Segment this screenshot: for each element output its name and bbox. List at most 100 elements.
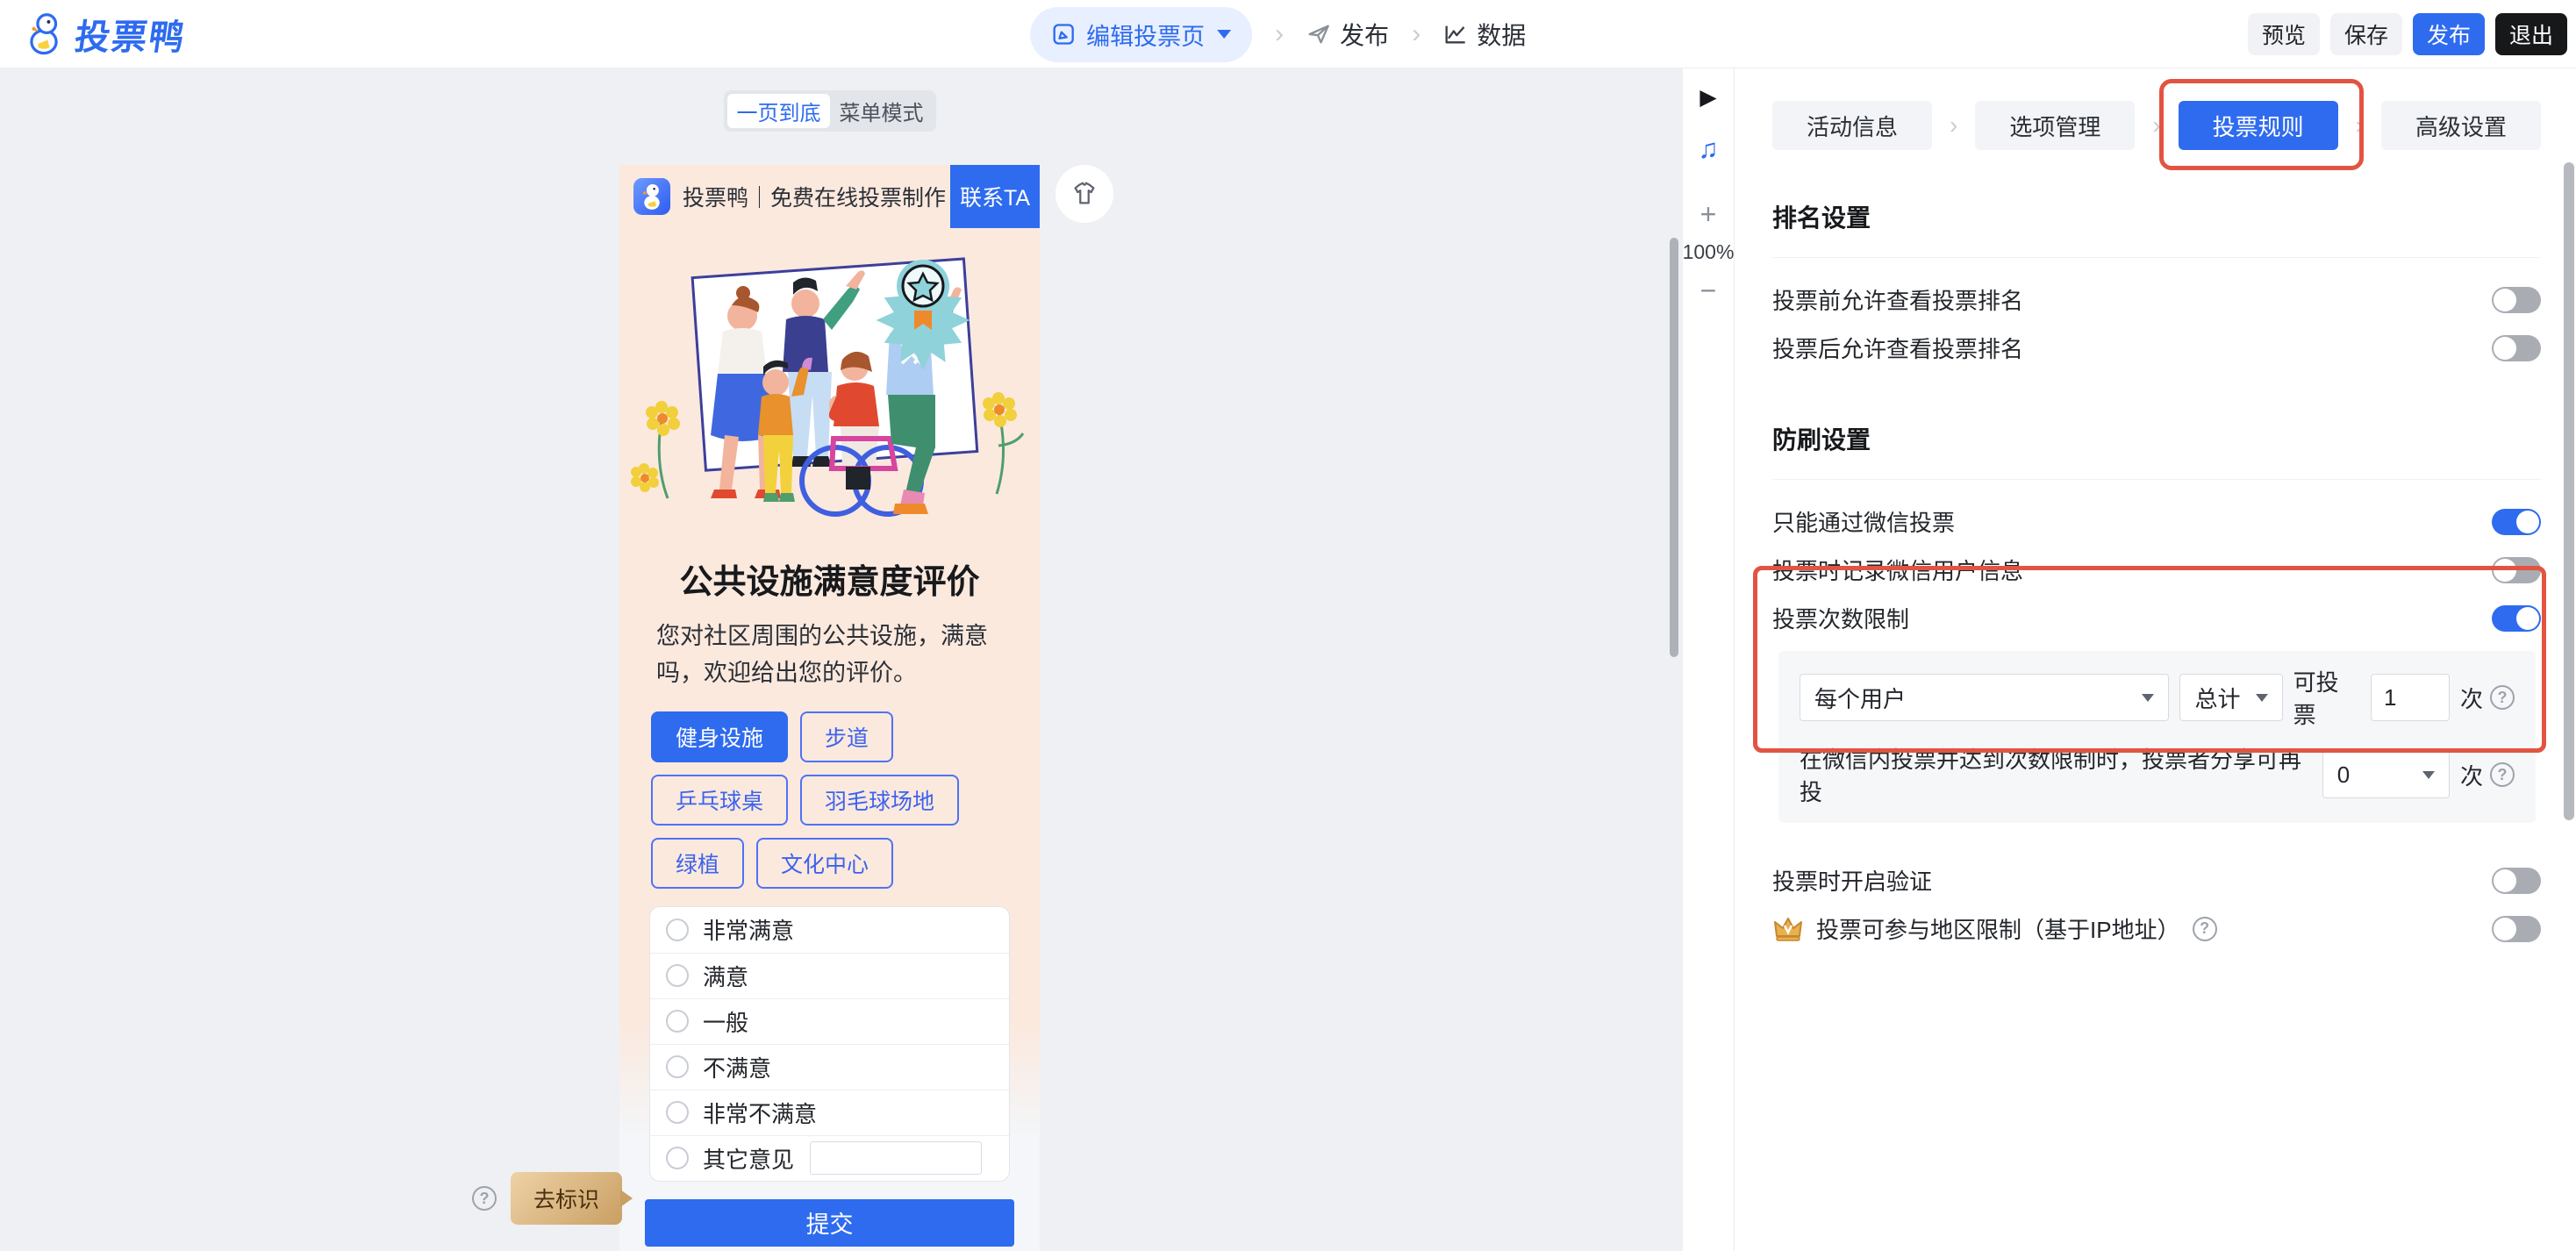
tab-activity-info[interactable]: 活动信息 (1772, 101, 1932, 150)
toggle-record-wechat-user[interactable] (2492, 557, 2541, 583)
preview-scrollbar-thumb[interactable] (1670, 238, 1678, 657)
play-icon[interactable]: ▶ (1699, 84, 1716, 111)
option-label: 不满意 (703, 1051, 771, 1083)
flower-right (983, 392, 1023, 494)
times-unit: 次 ? (2460, 682, 2515, 714)
duck-logo-icon (21, 11, 67, 57)
setting-row: 投票前允许查看投票排名 (1772, 275, 2541, 324)
share-unit-label: 次 (2460, 759, 2483, 791)
tag-item[interactable]: 绿植 (651, 838, 744, 889)
settings-scrollbar-thumb[interactable] (2564, 162, 2574, 820)
save-button[interactable]: 保存 (2330, 13, 2402, 55)
vote-title[interactable]: 公共设施满意度评价 (619, 554, 1040, 603)
option-row[interactable]: 不满意 (650, 1044, 1009, 1090)
radio-icon[interactable] (666, 1055, 689, 1078)
publish-step-label: 发布 (1340, 17, 1389, 52)
data-step[interactable]: 数据 (1443, 17, 1526, 52)
toggle-region-limit[interactable] (2492, 916, 2541, 942)
zoom-out-button[interactable]: − (1700, 276, 1717, 304)
vote-times-input[interactable] (2371, 674, 2450, 721)
option-row[interactable]: 满意 (650, 953, 1009, 998)
option-row-other[interactable]: 其它意见 (650, 1135, 1009, 1181)
option-row[interactable]: 非常不满意 (650, 1090, 1009, 1135)
setting-label: 投票可参与地区限制（基于IP地址） ? (1772, 912, 2217, 945)
divider (1772, 257, 2541, 258)
other-opinion-input[interactable] (810, 1141, 982, 1175)
top-header: 投票鸭 编辑投票页 › 发布 (0, 0, 2576, 68)
share-revote-select[interactable]: 0 (2322, 751, 2450, 798)
radio-icon[interactable] (666, 919, 689, 941)
exit-button[interactable]: 退出 (2495, 13, 2567, 55)
preview-canvas: 一页到底 菜单模式 (0, 68, 1683, 1251)
publish-step[interactable]: 发布 (1306, 17, 1389, 52)
option-label: 满意 (703, 960, 748, 992)
tab-separator: › (2356, 111, 2364, 139)
section-title-ranking: 排名设置 (1772, 199, 2541, 234)
preview-button[interactable]: 预览 (2248, 13, 2320, 55)
zoom-level: 100% (1683, 240, 1735, 264)
toggle-vote-limit[interactable] (2492, 605, 2541, 632)
edit-vote-page-button[interactable]: 编辑投票页 (1030, 7, 1252, 62)
help-icon[interactable]: ? (2193, 917, 2217, 941)
setting-label: 投票时开启验证 (1772, 864, 1932, 897)
chevron-down-icon (2142, 694, 2154, 702)
region-limit-label: 投票可参与地区限制（基于IP地址） (1816, 912, 2180, 945)
scope-select-value: 每个用户 (1814, 682, 1906, 714)
app: 投票鸭 编辑投票页 › 发布 (0, 0, 2576, 1251)
radio-icon[interactable] (666, 1010, 689, 1033)
crown-icon (1772, 915, 1804, 943)
breadcrumb-separator: › (1412, 19, 1420, 49)
app-logo: 投票鸭 (21, 9, 186, 60)
vote-description[interactable]: 您对社区周围的公共设施，满意吗，欢迎给出您的评价。 (656, 618, 1003, 692)
period-select[interactable]: 总计 (2179, 674, 2282, 721)
help-icon[interactable]: ? (472, 1186, 497, 1211)
help-icon[interactable]: ? (2490, 762, 2515, 787)
main: 一页到底 菜单模式 (0, 68, 2576, 1251)
tag-item[interactable]: 文化中心 (756, 838, 893, 889)
tab-vote-rules[interactable]: 投票规则 (2179, 101, 2338, 150)
tag-item[interactable]: 步道 (800, 711, 893, 762)
radio-icon[interactable] (666, 1147, 689, 1169)
option-label: 其它意见 (703, 1142, 794, 1175)
setting-row: 投票后允许查看投票排名 (1772, 324, 2541, 372)
chevron-down-icon (2422, 771, 2435, 779)
tag-item[interactable]: 健身设施 (651, 711, 788, 762)
setting-label: 投票前允许查看投票排名 (1772, 283, 2023, 316)
preview-mode-tabs: 一页到底 菜单模式 (724, 90, 936, 132)
tag-item[interactable]: 羽毛球场地 (800, 775, 959, 826)
publish-button[interactable]: 发布 (2413, 13, 2485, 55)
limit-row-2: 在微信内投票并达到次数限制时，投票者分享可再投 0 次 ? (1800, 742, 2515, 807)
toggle-verify[interactable] (2492, 868, 2541, 894)
toggle-rank-after[interactable] (2492, 335, 2541, 361)
tab-one-page[interactable]: 一页到底 (727, 94, 830, 128)
submit-button[interactable]: 提交 (645, 1199, 1014, 1247)
toggle-wechat-only[interactable] (2492, 509, 2541, 535)
phone-top-bar: 投票鸭｜免费在线投票制作 联系TA (619, 165, 1040, 228)
option-label: 非常满意 (703, 913, 794, 946)
setting-row: 投票可参与地区限制（基于IP地址） ? (1772, 904, 2541, 953)
contact-ta-button[interactable]: 联系TA (950, 165, 1040, 228)
tab-option-manage[interactable]: 选项管理 (1975, 101, 2135, 150)
option-row[interactable]: 一般 (650, 998, 1009, 1044)
section-title-anticheat: 防刷设置 (1772, 421, 2541, 456)
remove-brand-tooltip[interactable]: 去标识 (511, 1172, 622, 1225)
zoom-in-button[interactable]: + (1700, 200, 1717, 228)
help-icon[interactable]: ? (2490, 685, 2515, 710)
music-icon[interactable]: ♫ (1698, 133, 1718, 165)
tab-advanced[interactable]: 高级设置 (2381, 101, 2541, 150)
edit-vote-page-label: 编辑投票页 (1086, 18, 1205, 52)
scope-select[interactable]: 每个用户 (1800, 674, 2169, 721)
tag-item[interactable]: 乒乓球桌 (651, 775, 788, 826)
settings-tabs: 活动信息 › 选项管理 › 投票规则 › 高级设置 (1772, 101, 2541, 150)
phone-preview: 投票鸭｜免费在线投票制作 联系TA (619, 165, 1040, 1251)
tshirt-icon (1070, 179, 1099, 209)
chevron-down-icon (1217, 30, 1231, 39)
option-row[interactable]: 非常满意 (650, 907, 1009, 953)
radio-icon[interactable] (666, 964, 689, 987)
setting-label: 只能通过微信投票 (1772, 505, 1955, 538)
theme-skin-button[interactable] (1055, 165, 1113, 223)
tab-menu-mode[interactable]: 菜单模式 (830, 94, 933, 128)
duck-app-icon (633, 178, 670, 215)
toggle-rank-before[interactable] (2492, 287, 2541, 313)
radio-icon[interactable] (666, 1101, 689, 1124)
